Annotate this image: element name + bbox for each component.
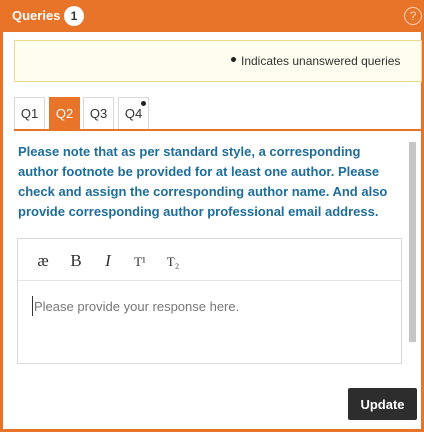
queries-panel: Queries 1 ? Indicates unanswered queries…: [0, 0, 424, 432]
unanswered-dot-icon: [141, 101, 146, 106]
tab-label: Q2: [55, 106, 74, 121]
panel-header: Queries 1 ?: [3, 0, 424, 32]
scrollbar[interactable]: [409, 142, 416, 342]
unanswered-dot-icon: [231, 57, 236, 62]
query-text: Please note that as per standard style, …: [18, 144, 388, 219]
bold-button[interactable]: B: [65, 251, 87, 270]
response-editor: æ B I T¹ T₂: [17, 238, 402, 364]
tab-q2[interactable]: Q2: [49, 97, 80, 129]
tab-q3[interactable]: Q3: [83, 97, 114, 129]
scrollbar-thumb[interactable]: [409, 142, 416, 342]
legend-text: Indicates unanswered queries: [241, 54, 401, 68]
tab-label: Q4: [124, 106, 143, 121]
tab-label: Q3: [89, 106, 108, 121]
italic-button[interactable]: I: [97, 251, 119, 270]
update-button[interactable]: Update: [348, 388, 417, 420]
superscript-button[interactable]: T¹: [129, 254, 151, 272]
panel-title: Queries: [12, 8, 61, 23]
query-tabs: Q1 Q2 Q3 Q4: [14, 97, 422, 131]
editor-toolbar: æ B I T¹ T₂: [18, 239, 401, 281]
tab-q4[interactable]: Q4: [118, 97, 149, 129]
unanswered-legend: Indicates unanswered queries: [14, 40, 422, 82]
query-count-badge: 1: [64, 6, 84, 26]
help-icon[interactable]: ?: [404, 7, 422, 25]
tab-label: Q1: [20, 106, 39, 121]
special-character-button[interactable]: æ: [32, 251, 54, 270]
response-input[interactable]: [32, 296, 387, 316]
tab-q1[interactable]: Q1: [14, 97, 45, 129]
subscript-button[interactable]: T₂: [162, 254, 184, 272]
